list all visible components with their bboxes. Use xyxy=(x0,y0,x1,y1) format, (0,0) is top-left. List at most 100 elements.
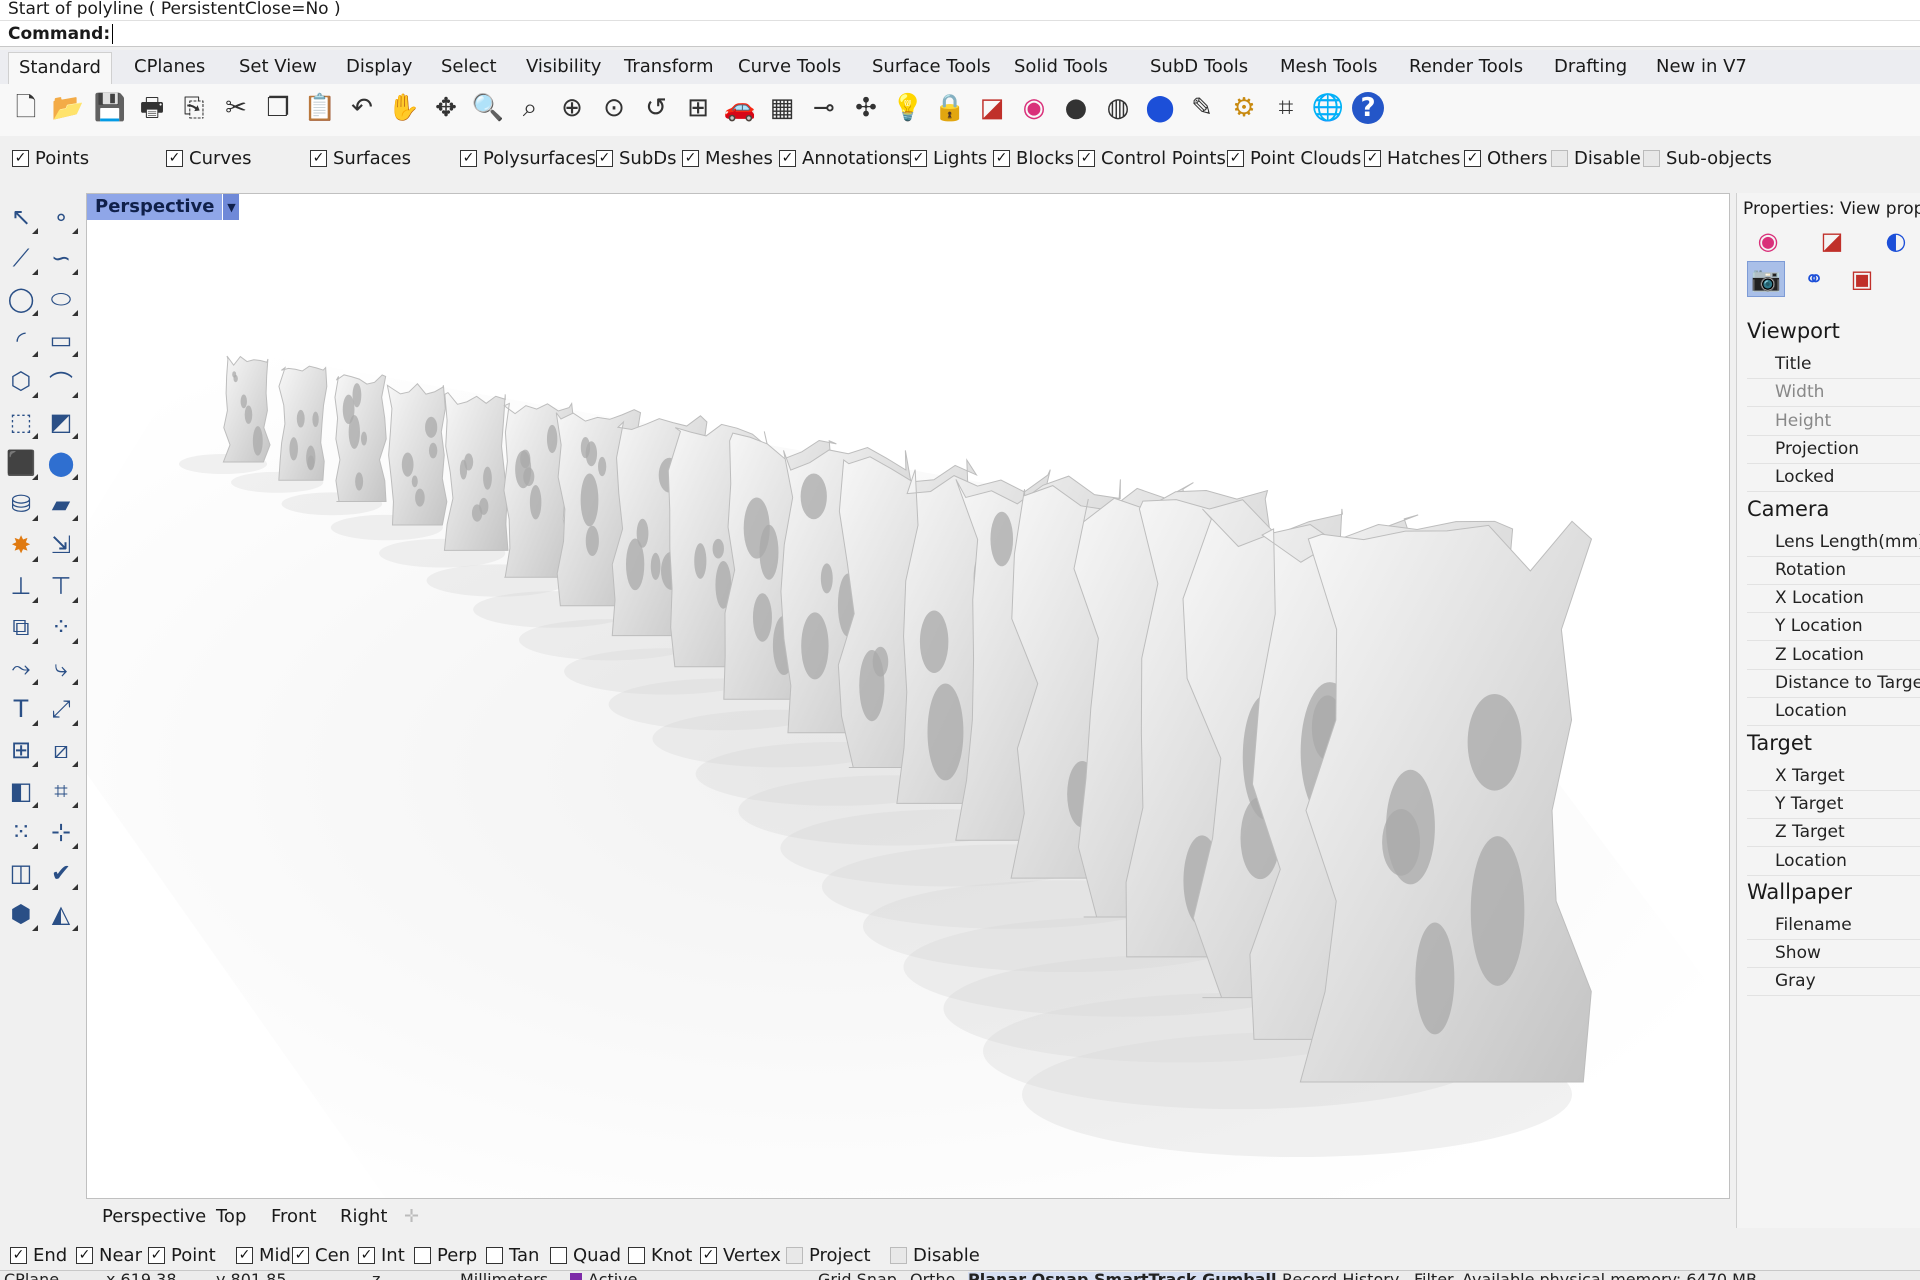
checkbox[interactable]: ✓ xyxy=(486,1246,503,1264)
status-units[interactable]: Millimeters xyxy=(460,1272,548,1280)
command-line[interactable]: Command: xyxy=(0,20,1920,47)
sculpted-column[interactable] xyxy=(386,383,448,526)
property-row[interactable]: Distance to Target xyxy=(1747,670,1920,698)
osnap-end[interactable]: ✓ End xyxy=(10,1244,67,1266)
blend-icon[interactable]: ⤷ xyxy=(44,651,78,685)
cplane-icon[interactable]: ⊸ xyxy=(806,89,842,127)
properties-molecule-icon[interactable]: ⚭ xyxy=(1795,261,1833,297)
plane-surface-icon[interactable]: ▰ xyxy=(44,487,78,521)
filter-disable[interactable]: ✓ Disable xyxy=(1551,146,1641,170)
checkbox[interactable]: ✓ xyxy=(236,1246,253,1264)
polyline-icon[interactable]: ⟋ xyxy=(4,241,38,275)
properties-frame-icon[interactable]: ▣ xyxy=(1843,261,1881,297)
boolean-icon[interactable]: ⧉ xyxy=(4,610,38,644)
solid-edit-icon[interactable]: ◧ xyxy=(4,774,38,808)
tab-visibility[interactable]: Visibility xyxy=(516,52,611,84)
property-row[interactable]: Locked xyxy=(1747,464,1920,493)
checkbox[interactable]: ✓ xyxy=(700,1246,717,1264)
properties-section-target[interactable]: Target xyxy=(1747,731,1812,755)
rectangle-icon[interactable]: ▭ xyxy=(44,323,78,357)
curve-icon[interactable]: ∽ xyxy=(44,241,78,275)
checkbox[interactable]: ✓ xyxy=(460,149,477,167)
property-row[interactable]: Height xyxy=(1747,408,1920,436)
properties-layer-icon[interactable]: ◪ xyxy=(1813,223,1851,259)
tab-mesh-tools[interactable]: Mesh Tools xyxy=(1270,52,1387,84)
tab-render-tools[interactable]: Render Tools xyxy=(1399,52,1533,84)
checkbox[interactable]: ✓ xyxy=(628,1246,645,1264)
checkbox[interactable]: ✓ xyxy=(414,1246,431,1264)
property-row[interactable]: Gray xyxy=(1747,968,1920,997)
tab-standard[interactable]: Standard xyxy=(8,52,112,84)
tab-curve-tools[interactable]: Curve Tools xyxy=(728,52,851,84)
surface-edge-icon[interactable]: ◩ xyxy=(44,405,78,439)
filter-meshes[interactable]: ✓ Meshes xyxy=(682,146,773,170)
property-row[interactable]: Location xyxy=(1747,848,1920,876)
command-input[interactable] xyxy=(112,24,114,44)
select-arrow-icon[interactable]: ↖ xyxy=(4,200,38,234)
viewport-tab-front[interactable]: Front xyxy=(271,1205,317,1229)
property-row[interactable]: Location xyxy=(1747,698,1920,727)
status-layer[interactable]: Active xyxy=(588,1272,638,1280)
print-icon[interactable]: 🖶 xyxy=(134,89,170,127)
gumball-icon[interactable]: ⊹ xyxy=(44,815,78,849)
transform-icon[interactable]: ⧄ xyxy=(44,733,78,767)
checkbox[interactable]: ✓ xyxy=(682,149,699,167)
filter-polysurfaces[interactable]: ✓ Polysurfaces xyxy=(460,146,596,170)
color-wheel-icon[interactable]: ◉ xyxy=(1016,89,1052,127)
cube-view-icon[interactable]: ⬢ xyxy=(4,897,38,931)
lock-icon[interactable]: 🔒 xyxy=(932,89,968,127)
check-icon[interactable]: ✔ xyxy=(44,856,78,890)
sculpted-column[interactable] xyxy=(222,355,271,463)
checkbox[interactable]: ✓ xyxy=(10,1246,27,1264)
globe-icon[interactable]: 🌐 xyxy=(1310,89,1346,127)
property-row[interactable]: Lens Length(mm) xyxy=(1747,529,1920,557)
properties-color-wheel-icon[interactable]: ◉ xyxy=(1749,223,1787,259)
array-icon[interactable]: ⊞ xyxy=(4,733,38,767)
property-row[interactable]: Y Target xyxy=(1747,791,1920,819)
extend-icon[interactable]: ⇲ xyxy=(44,528,78,562)
checkbox[interactable]: ✓ xyxy=(358,1246,375,1264)
grid-array-icon[interactable]: ⁙ xyxy=(4,815,38,849)
light-bulb-icon[interactable]: 💡 xyxy=(890,89,926,127)
grid-icon[interactable]: ▦ xyxy=(764,89,800,127)
tab-cplanes[interactable]: CPlanes xyxy=(124,52,215,84)
tab-set-view[interactable]: Set View xyxy=(229,52,327,84)
filter-points[interactable]: ✓ Points xyxy=(12,146,89,170)
wireframe-sphere-icon[interactable]: ◍ xyxy=(1100,89,1136,127)
filter-hatches[interactable]: ✓ Hatches xyxy=(1364,146,1460,170)
scale-icon[interactable]: ⤢ xyxy=(44,692,78,726)
filter-annotations[interactable]: ✓ Annotations xyxy=(779,146,910,170)
tab-display[interactable]: Display xyxy=(336,52,422,84)
dimension-icon[interactable]: ⌗ xyxy=(1268,89,1304,127)
cut-icon[interactable]: ✂ xyxy=(218,89,254,127)
osnap-perp[interactable]: ✓ Perp xyxy=(414,1244,477,1266)
osnap-quad[interactable]: ✓ Quad xyxy=(550,1244,621,1266)
property-row[interactable]: Title xyxy=(1747,351,1920,379)
osnap-project[interactable]: ✓ Project xyxy=(786,1244,871,1266)
gear-icon[interactable]: ⚙ xyxy=(1226,89,1262,127)
checkbox[interactable]: ✓ xyxy=(1227,149,1244,167)
render-sphere-icon[interactable]: ⬤ xyxy=(1142,89,1178,127)
property-row[interactable]: Z Target xyxy=(1747,819,1920,848)
arc-icon[interactable]: ◜ xyxy=(4,323,38,357)
viewport-tab-top[interactable]: Top xyxy=(216,1205,246,1229)
osnap-int[interactable]: ✓ Int xyxy=(358,1244,405,1266)
checkbox[interactable]: ✓ xyxy=(1364,149,1381,167)
tab-solid-tools[interactable]: Solid Tools xyxy=(1004,52,1118,84)
group-icon[interactable]: ⁘ xyxy=(44,610,78,644)
point-icon[interactable]: ∘ xyxy=(44,200,78,234)
checkbox[interactable]: ✓ xyxy=(890,1246,907,1264)
tab-subd-tools[interactable]: SubD Tools xyxy=(1140,52,1258,84)
layer-icon[interactable]: ◪ xyxy=(974,89,1010,127)
property-row[interactable]: X Target xyxy=(1747,763,1920,791)
filter-subds[interactable]: ✓ SubDs xyxy=(596,146,677,170)
pan-hand-icon[interactable]: ✋ xyxy=(386,89,422,127)
save-icon[interactable]: 💾 xyxy=(92,89,128,127)
status-grid-snap[interactable]: Grid Snap xyxy=(818,1272,897,1280)
fillet-curve-icon[interactable]: ⌒ xyxy=(44,364,78,398)
zoom-window-icon[interactable]: ⌕ xyxy=(512,89,548,127)
offset-icon[interactable]: ⤳ xyxy=(4,651,38,685)
property-row[interactable]: Width xyxy=(1747,379,1920,408)
paste-icon[interactable]: 📋 xyxy=(302,89,338,127)
status-cplane[interactable]: CPlane xyxy=(4,1272,59,1280)
